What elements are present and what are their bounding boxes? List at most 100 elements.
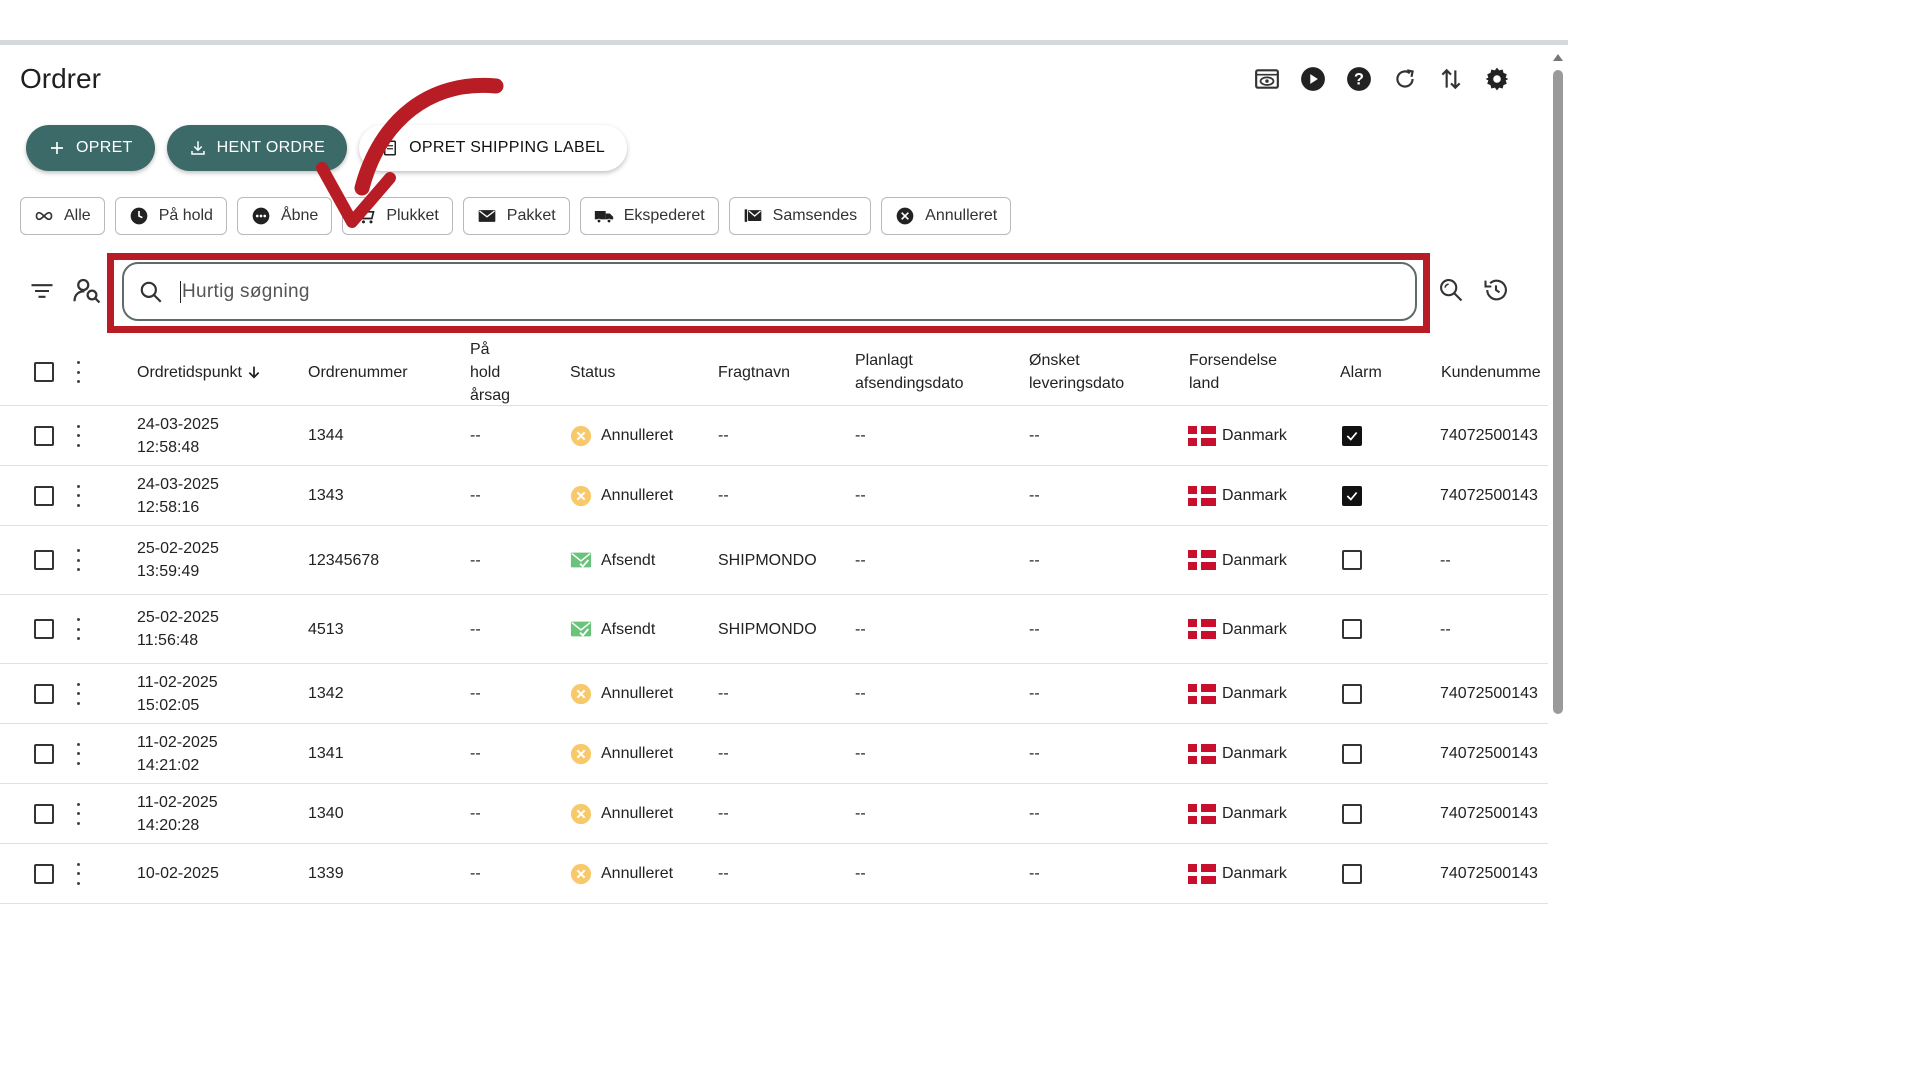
column-header-status[interactable]: Status — [570, 338, 615, 406]
order-date: 10-02-2025 — [137, 865, 219, 882]
search-input[interactable] — [182, 280, 1282, 303]
create-shipping-label-button[interactable]: OPRET SHIPPING LABEL — [359, 125, 628, 171]
play-icon[interactable] — [1298, 64, 1328, 94]
column-header-hold-reason[interactable]: På hold årsag — [470, 338, 510, 406]
order-clock-time: 12:58:48 — [137, 438, 200, 456]
filter-chip-aabne[interactable]: Åbne — [236, 197, 333, 235]
denmark-flag-icon — [1188, 619, 1216, 639]
filter-lines-icon[interactable] — [28, 277, 56, 305]
alarm-checkbox[interactable] — [1342, 743, 1362, 764]
desired-delivery-cell: -- — [1029, 805, 1040, 822]
check-icon — [1346, 431, 1358, 441]
order-time-cell: 24-03-2025 12:58:16 — [137, 466, 219, 525]
scroll-up-arrow-icon[interactable] — [1552, 52, 1564, 62]
order-date: 25-02-2025 — [137, 540, 219, 557]
table-row[interactable]: 10-02-2025 1339 -- Annulleret -- -- -- Danmark 7… — [0, 844, 1548, 904]
column-header-order-number[interactable]: Ordrenummer — [308, 338, 408, 406]
envelope-icon — [478, 210, 496, 222]
row-menu-icon[interactable] — [75, 595, 81, 663]
filter-chip-pakket[interactable]: Pakket — [462, 197, 570, 235]
filter-chip-alle[interactable]: Alle — [20, 197, 105, 235]
order-time-cell: 11-02-2025 15:02:05 — [137, 664, 218, 723]
order-number-cell[interactable]: 1342 — [308, 664, 344, 723]
alarm-checkbox[interactable] — [1342, 863, 1362, 884]
user-search-icon[interactable] — [72, 275, 102, 305]
column-header-customer-number[interactable]: Kundenumme — [1441, 338, 1541, 406]
row-menu-icon[interactable] — [75, 784, 81, 843]
row-select-checkbox[interactable] — [34, 595, 54, 663]
row-select-checkbox[interactable] — [34, 466, 54, 525]
column-header-ship-country[interactable]: Forsendelse land — [1189, 338, 1277, 406]
row-select-checkbox[interactable] — [34, 784, 54, 843]
country-name: Danmark — [1222, 685, 1287, 702]
row-menu-icon[interactable] — [75, 466, 81, 525]
scrollbar-thumb[interactable] — [1553, 70, 1563, 714]
alarm-checkbox[interactable] — [1342, 683, 1362, 704]
header-menu-icon[interactable] — [75, 338, 81, 406]
filter-chip-samsendes[interactable]: Samsendes — [728, 197, 872, 235]
settings-gear-icon[interactable] — [1482, 64, 1512, 94]
denmark-flag-icon — [1188, 550, 1216, 570]
order-number-cell[interactable]: 4513 — [308, 595, 344, 663]
alarm-checkbox[interactable] — [1342, 619, 1362, 639]
column-label: Alarm — [1340, 363, 1382, 381]
table-row[interactable]: 24-03-2025 12:58:48 1344 -- Annulleret -- -- --… — [0, 406, 1548, 466]
row-menu-icon[interactable] — [75, 526, 81, 594]
order-number-cell[interactable]: 1341 — [308, 724, 344, 783]
status-cell: Annulleret — [570, 466, 673, 525]
sort-arrows-icon[interactable] — [1436, 64, 1466, 94]
order-number-cell[interactable]: 1339 — [308, 844, 344, 903]
status-text: Annulleret — [601, 427, 674, 444]
alarm-checkbox[interactable] — [1342, 803, 1362, 824]
column-header-order-time[interactable]: Ordretidspunkt — [137, 338, 262, 406]
history-icon[interactable] — [1482, 276, 1510, 304]
alarm-checkbox-checked[interactable] — [1342, 425, 1362, 446]
table-row[interactable]: 25-02-2025 11:56:48 4513 -- Afsendt SHIPMONDO… — [0, 595, 1548, 664]
order-number-cell[interactable]: 1340 — [308, 784, 344, 843]
row-select-checkbox[interactable] — [34, 664, 54, 723]
row-select-checkbox[interactable] — [34, 406, 54, 465]
status-cell: Annulleret — [570, 724, 673, 783]
order-number-cell[interactable]: 1343 — [308, 466, 344, 525]
row-menu-icon[interactable] — [75, 844, 81, 903]
zoom-search-icon[interactable] — [1437, 276, 1465, 304]
table-row[interactable]: 11-02-2025 14:21:02 1341 -- Annulleret -- -- --… — [0, 724, 1548, 784]
column-header-alarm[interactable]: Alarm — [1340, 338, 1382, 406]
row-select-checkbox[interactable] — [34, 724, 54, 783]
table-row[interactable]: 11-02-2025 15:02:05 1342 -- Annulleret -- -- --… — [0, 664, 1548, 724]
row-select-checkbox[interactable] — [34, 844, 54, 903]
table-row[interactable]: 11-02-2025 14:20:28 1340 -- Annulleret -- -- --… — [0, 784, 1548, 844]
alarm-checkbox-checked[interactable] — [1342, 485, 1362, 506]
order-number-cell[interactable]: 1344 — [308, 406, 344, 465]
ship-country-cell: Danmark — [1188, 784, 1287, 843]
preview-icon[interactable] — [1252, 64, 1282, 94]
column-header-planned-ship-date[interactable]: Planlagt afsendingsdato — [855, 338, 964, 406]
filter-chip-plukket[interactable]: Plukket — [342, 197, 453, 235]
filter-chip-annulleret[interactable]: Annulleret — [881, 197, 1012, 235]
alarm-checkbox[interactable] — [1342, 550, 1362, 570]
table-row[interactable]: 24-03-2025 12:58:16 1343 -- Annulleret -- -- --… — [0, 466, 1548, 526]
column-header-carrier[interactable]: Fragtnavn — [718, 338, 790, 406]
ship-country-cell: Danmark — [1188, 664, 1287, 723]
refresh-icon[interactable] — [1390, 64, 1420, 94]
filter-chip-paa-hold[interactable]: På hold — [114, 197, 227, 235]
select-all-checkbox[interactable] — [34, 338, 54, 406]
country-name: Danmark — [1222, 620, 1287, 638]
cancel-circle-icon — [896, 207, 914, 225]
filter-chip-ekspederet[interactable]: Ekspederet — [579, 197, 719, 235]
create-order-button[interactable]: OPRET — [26, 125, 155, 171]
order-number-cell[interactable]: 12345678 — [308, 526, 379, 594]
column-header-desired-delivery[interactable]: Ønsket leveringsdato — [1029, 338, 1124, 406]
row-select-checkbox[interactable] — [34, 526, 54, 594]
customer-number-cell: 74072500143 — [1440, 865, 1538, 882]
help-icon[interactable]: ? — [1344, 64, 1374, 94]
quick-search-box[interactable] — [122, 262, 1417, 321]
filter-chip-label: Ekspederet — [623, 207, 705, 224]
row-menu-icon[interactable] — [75, 406, 81, 465]
denmark-flag-icon — [1188, 743, 1216, 764]
fetch-orders-button[interactable]: HENT ORDRE — [166, 125, 348, 171]
desired-delivery-cell: -- — [1029, 551, 1040, 569]
table-row[interactable]: 25-02-2025 13:59:49 12345678 -- Afsendt SHIPM… — [0, 526, 1548, 595]
row-menu-icon[interactable] — [75, 664, 81, 723]
row-menu-icon[interactable] — [75, 724, 81, 783]
